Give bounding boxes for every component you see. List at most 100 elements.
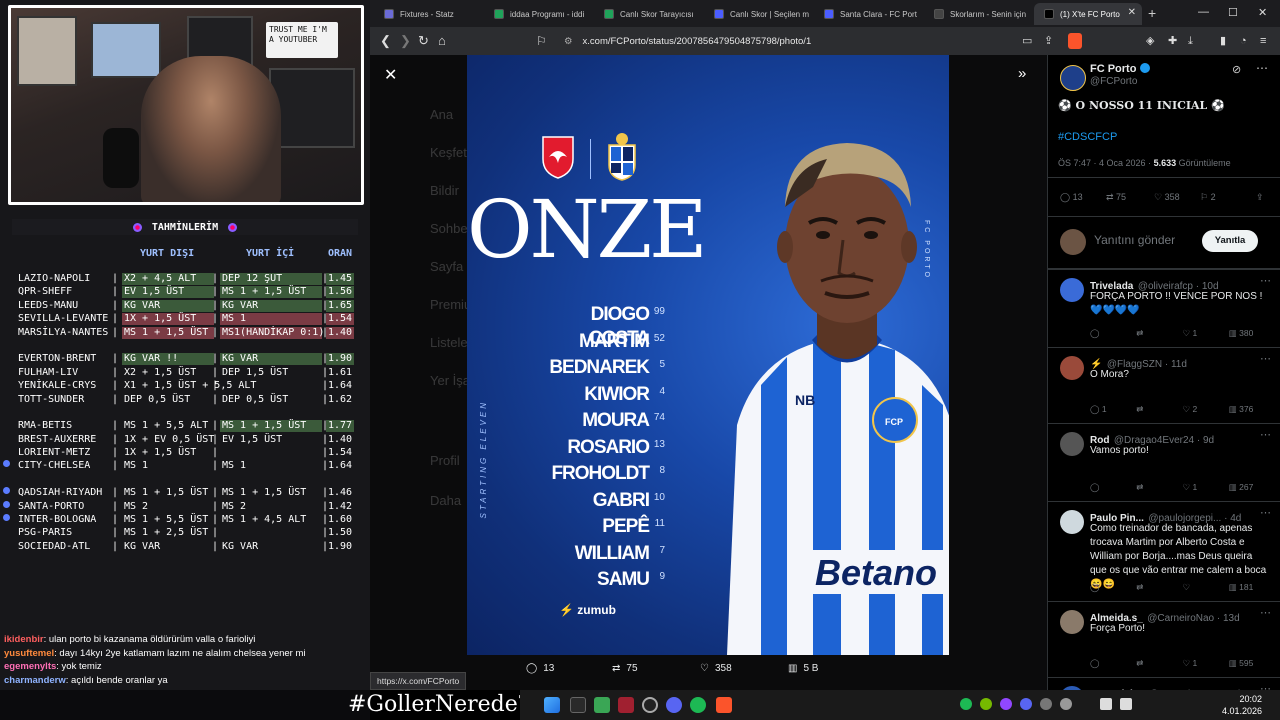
reply-action[interactable]: ◯ 13: [526, 663, 554, 674]
browser-tab[interactable]: iddaa Programı - iddi: [484, 3, 592, 25]
tweet-author-name[interactable]: FC Porto: [1090, 63, 1150, 75]
reply-avatar[interactable]: [1060, 610, 1084, 634]
reply-repost-stat[interactable]: ⇄: [1136, 658, 1182, 669]
like-action[interactable]: ♡ 358: [700, 663, 732, 674]
reply-repost-stat[interactable]: ⇄: [1136, 582, 1182, 593]
address-bar[interactable]: ⚙ x.com/FCPorto/status/20078564795048757…: [552, 31, 1072, 51]
reply-like-stat[interactable]: ♡ 2: [1183, 404, 1229, 415]
reply-repost-stat[interactable]: ⇄: [1136, 482, 1182, 493]
share-icon[interactable]: ⇪: [1044, 32, 1053, 50]
browser-tab[interactable]: Fixtures - Statz: [374, 3, 482, 25]
browser-tab[interactable]: Santa Clara - FC Port: [814, 3, 922, 25]
stat-reposts[interactable]: ⇄ 75: [1106, 192, 1126, 203]
reply-more-icon[interactable]: ⋯: [1260, 506, 1271, 519]
windows-start-icon[interactable]: [544, 697, 560, 713]
reply-more-icon[interactable]: ⋯: [1260, 274, 1271, 287]
repost-action[interactable]: ⇄ 75: [612, 663, 638, 674]
menu-icon[interactable]: ≡: [1260, 32, 1266, 50]
tray-icon[interactable]: [1040, 698, 1052, 710]
reply-views-stat[interactable]: ▥ 376: [1229, 404, 1275, 415]
brave-icon[interactable]: [716, 697, 732, 713]
stat-likes[interactable]: ♡ 358: [1154, 192, 1180, 203]
reload-icon[interactable]: ↻: [418, 32, 429, 50]
extension-icon[interactable]: ◈: [1146, 32, 1154, 50]
reply-item[interactable]: Paulo Pin... @paulojorgepi... · 4d ⋯ Como …: [1048, 501, 1280, 601]
reply-like-stat[interactable]: ♡ 1: [1183, 482, 1229, 493]
sidebar-icon[interactable]: ▮: [1220, 32, 1226, 50]
spotify-tray-icon[interactable]: [960, 698, 972, 710]
task-view-icon[interactable]: [570, 697, 586, 713]
nvidia-tray-icon[interactable]: [980, 698, 992, 710]
back-icon[interactable]: ❮: [380, 32, 391, 50]
maximize-button[interactable]: ☐: [1228, 6, 1238, 19]
lineup-image[interactable]: FCP Betano NB ONZE FC PORTO STARTING ELE…: [467, 55, 949, 655]
more-options-icon[interactable]: ⋯: [1256, 61, 1268, 75]
reply-repost-stat[interactable]: ⇄: [1136, 328, 1182, 339]
reply-more-icon[interactable]: ⋯: [1260, 682, 1271, 690]
network-icon[interactable]: [1100, 698, 1112, 710]
reply-reply-stat[interactable]: ◯: [1090, 582, 1136, 593]
obs-icon[interactable]: [642, 697, 658, 713]
minimize-button[interactable]: —: [1198, 6, 1209, 18]
new-tab-button[interactable]: +: [1148, 5, 1156, 21]
grok-icon[interactable]: ⊘: [1232, 63, 1241, 76]
views-action[interactable]: ▥ 5 B: [788, 663, 818, 674]
reply-reply-stat[interactable]: ◯: [1090, 482, 1136, 493]
reply-views-stat[interactable]: ▥ 595: [1229, 658, 1275, 669]
reply-more-icon[interactable]: ⋯: [1260, 428, 1271, 441]
puzzle-icon[interactable]: ✚: [1168, 32, 1177, 50]
reply-avatar[interactable]: [1060, 432, 1084, 456]
browser-tab[interactable]: (1) X'te FC Porto ✕: [1034, 3, 1142, 25]
reply-views-stat[interactable]: ▥ 267: [1229, 482, 1275, 493]
reply-button[interactable]: Yanıtla: [1202, 230, 1258, 252]
cast-icon[interactable]: ▭: [1022, 32, 1032, 50]
discord-tray-icon[interactable]: [1020, 698, 1032, 710]
brave-shield-icon[interactable]: [1068, 33, 1082, 49]
twitch-tray-icon[interactable]: [1000, 698, 1012, 710]
wallet-icon[interactable]: ◔: [1240, 32, 1247, 50]
fc-porto-avatar[interactable]: [1060, 65, 1086, 91]
expand-panel-button[interactable]: »: [1018, 65, 1026, 82]
tweet-hashtag[interactable]: #CDSCFCP: [1058, 131, 1117, 143]
app-icon[interactable]: [618, 697, 634, 713]
clock[interactable]: 20:02 4.01.2026: [1222, 693, 1262, 717]
reply-avatar[interactable]: [1060, 510, 1084, 534]
reply-avatar[interactable]: [1060, 356, 1084, 380]
reply-item[interactable]: Trivelada @oliveirafcp · 10d ⋯ FORÇA PORTO…: [1048, 269, 1280, 347]
reply-views-stat[interactable]: ▥ 380: [1229, 328, 1275, 339]
volume-icon[interactable]: [1120, 698, 1132, 710]
browser-tab[interactable]: Canlı Skor Tarayıcısı: [594, 3, 702, 25]
browser-tab[interactable]: Skorlarım - Senin için: [924, 3, 1032, 25]
home-icon[interactable]: ⌂: [438, 32, 446, 50]
reply-item[interactable]: Almeida.s_ @CarneiroNao · 13d ⋯ Força Port…: [1048, 601, 1280, 677]
reply-more-icon[interactable]: ⋯: [1260, 606, 1271, 619]
reply-more-icon[interactable]: ⋯: [1260, 352, 1271, 365]
bookmark-icon[interactable]: ⚐: [536, 32, 547, 50]
reply-input[interactable]: Yanıtını gönder: [1094, 233, 1175, 247]
tab-close-icon[interactable]: ✕: [1128, 7, 1136, 18]
reply-item[interactable]: ⚡ @FlaggSZN · 11d ⋯ O Mora? ◯ 1 ⇄ ♡ 2 ▥ 376: [1048, 347, 1280, 423]
tray-icon[interactable]: [1060, 698, 1072, 710]
reply-like-stat[interactable]: ♡: [1183, 582, 1229, 593]
reply-avatar[interactable]: [1060, 278, 1084, 302]
reply-reply-stat[interactable]: ◯: [1090, 658, 1136, 669]
download-icon[interactable]: ⤓: [1188, 32, 1193, 50]
reply-views-stat[interactable]: ▥ 181: [1229, 582, 1275, 593]
site-info-icon[interactable]: ⚙: [564, 36, 573, 47]
reply-like-stat[interactable]: ♡ 1: [1183, 658, 1229, 669]
share-icon[interactable]: ⇪: [1256, 192, 1264, 203]
reply-item[interactable]: Rod @Dragao4Ever24 · 9d ⋯ Vamos porto! ◯ ⇄ …: [1048, 423, 1280, 501]
reply-like-stat[interactable]: ♡ 1: [1183, 328, 1229, 339]
discord-icon[interactable]: [666, 697, 682, 713]
forward-icon[interactable]: ❯: [400, 32, 411, 50]
spotify-icon[interactable]: [690, 697, 706, 713]
window-close-button[interactable]: ✕: [1258, 6, 1267, 19]
reply-reply-stat[interactable]: ◯: [1090, 328, 1136, 339]
close-viewer-button[interactable]: ✕: [384, 65, 397, 85]
reply-item[interactable]: raçazuleb... @Concelcao... · 12d⋯◯ ⇄ ♡ ▥: [1048, 677, 1280, 690]
stat-replies[interactable]: ◯ 13: [1060, 192, 1083, 203]
notepad-icon[interactable]: [594, 697, 610, 713]
reply-reply-stat[interactable]: ◯ 1: [1090, 404, 1136, 415]
browser-tab[interactable]: Canlı Skor | Seçilen m: [704, 3, 812, 25]
stat-bookmarks[interactable]: ⚐ 2: [1200, 192, 1216, 203]
